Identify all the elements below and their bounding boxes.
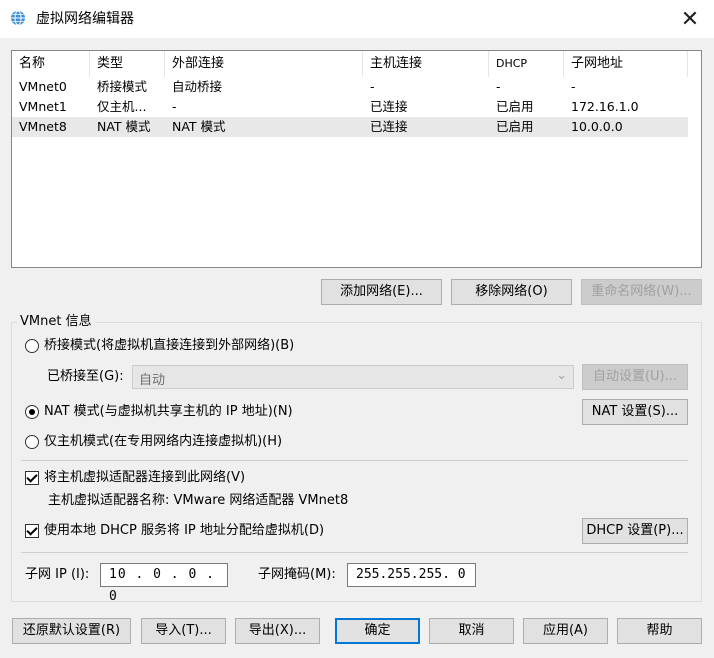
column-header-external[interactable]: 外部连接 bbox=[165, 51, 363, 77]
host-only-radio[interactable] bbox=[25, 435, 39, 449]
cancel-button[interactable]: 取消 bbox=[429, 618, 514, 644]
ok-button[interactable]: 确定 bbox=[335, 618, 420, 644]
cell-external: 自动桥接 bbox=[172, 79, 223, 94]
cell-type: NAT 模式 bbox=[97, 119, 151, 134]
nat-settings-button[interactable]: NAT 设置(S)... bbox=[582, 399, 688, 425]
remove-network-button[interactable]: 移除网络(O) bbox=[451, 279, 572, 305]
table-row[interactable]: VMnet8 NAT 模式 NAT 模式 已连接 已启用 10.0.0.0 bbox=[12, 117, 688, 137]
rename-network-button[interactable]: 重命名网络(W)... bbox=[581, 279, 702, 305]
use-dhcp-checkbox[interactable] bbox=[25, 524, 39, 538]
cell-dhcp: 已启用 bbox=[496, 119, 534, 134]
bridged-to-label: 已桥接至(G): bbox=[47, 369, 124, 384]
close-icon: ✕ bbox=[680, 6, 700, 32]
apply-button[interactable]: 应用(A) bbox=[523, 618, 608, 644]
nat-mode-label[interactable]: NAT 模式(与虚拟机共享主机的 IP 地址)(N) bbox=[44, 403, 293, 421]
window-title: 虚拟网络编辑器 bbox=[36, 11, 134, 27]
cell-host: 已连接 bbox=[370, 99, 408, 114]
cell-dhcp: 已启用 bbox=[496, 99, 534, 114]
globe-network-icon bbox=[11, 10, 25, 26]
connect-adapter-checkbox[interactable] bbox=[25, 471, 39, 485]
cell-host: - bbox=[370, 79, 375, 94]
host-only-label[interactable]: 仅主机模式(在专用网络内连接虚拟机)(H) bbox=[44, 433, 282, 451]
bridged-to-select[interactable]: 自动 ⌄ bbox=[132, 365, 574, 389]
bridged-to-value: 自动 bbox=[139, 373, 166, 388]
subnet-mask-input[interactable]: 255.255.255. 0 bbox=[347, 563, 476, 587]
network-list[interactable]: 名称 类型 外部连接 主机连接 DHCP 子网地址 VMnet0 桥接模式 自动… bbox=[11, 50, 702, 268]
subnet-ip-input[interactable]: 10 . 0 . 0 . 0 bbox=[100, 563, 228, 604]
table-row[interactable]: VMnet0 桥接模式 自动桥接 - - - bbox=[12, 77, 688, 97]
vmnet-info-label: VMnet 信息 bbox=[17, 313, 95, 331]
cell-external: - bbox=[172, 99, 177, 114]
column-header-type[interactable]: 类型 bbox=[90, 51, 165, 77]
chevron-down-icon: ⌄ bbox=[556, 368, 567, 383]
use-dhcp-label[interactable]: 使用本地 DHCP 服务将 IP 地址分配给虚拟机(D) bbox=[44, 522, 324, 540]
restore-defaults-button[interactable]: 还原默认设置(R) bbox=[12, 618, 131, 644]
nat-mode-radio[interactable] bbox=[25, 405, 39, 419]
subnet-ip-label: 子网 IP (I): bbox=[25, 567, 90, 582]
column-header-name[interactable]: 名称 bbox=[12, 51, 90, 77]
import-button[interactable]: 导入(T)... bbox=[141, 618, 226, 644]
help-button[interactable]: 帮助 bbox=[617, 618, 702, 644]
cell-type: 桥接模式 bbox=[97, 79, 148, 94]
cell-name: VMnet1 bbox=[19, 99, 67, 114]
column-header-subnet[interactable]: 子网地址 bbox=[564, 51, 688, 77]
auto-settings-button[interactable]: 自动设置(U)... bbox=[582, 364, 688, 390]
adapter-name-text: 主机虚拟适配器名称: VMware 网络适配器 VMnet8 bbox=[48, 493, 349, 508]
table-row[interactable]: VMnet1 仅主机... - 已连接 已启用 172.16.1.0 bbox=[12, 97, 688, 117]
cell-subnet: 172.16.1.0 bbox=[571, 99, 639, 114]
column-header-dhcp[interactable]: DHCP bbox=[489, 51, 564, 77]
divider bbox=[21, 460, 688, 461]
column-header-host[interactable]: 主机连接 bbox=[363, 51, 489, 77]
connect-adapter-label[interactable]: 将主机虚拟适配器连接到此网络(V) bbox=[44, 469, 245, 487]
cell-name: VMnet8 bbox=[19, 119, 67, 134]
bridge-mode-radio[interactable] bbox=[25, 339, 39, 353]
bridge-mode-label[interactable]: 桥接模式(将虚拟机直接连接到外部网络)(B) bbox=[44, 337, 294, 355]
cell-subnet: 10.0.0.0 bbox=[571, 119, 623, 134]
close-button[interactable]: ✕ bbox=[668, 4, 712, 34]
add-network-button[interactable]: 添加网络(E)... bbox=[321, 279, 442, 305]
subnet-mask-label: 子网掩码(M): bbox=[258, 567, 336, 582]
cell-subnet: - bbox=[571, 79, 576, 94]
cell-host: 已连接 bbox=[370, 119, 408, 134]
divider bbox=[21, 552, 688, 553]
cell-name: VMnet0 bbox=[19, 79, 67, 94]
dhcp-settings-button[interactable]: DHCP 设置(P)... bbox=[582, 518, 688, 544]
cell-dhcp: - bbox=[496, 79, 501, 94]
cell-external: NAT 模式 bbox=[172, 119, 226, 134]
export-button[interactable]: 导出(X)... bbox=[235, 618, 320, 644]
cell-type: 仅主机... bbox=[97, 99, 147, 114]
